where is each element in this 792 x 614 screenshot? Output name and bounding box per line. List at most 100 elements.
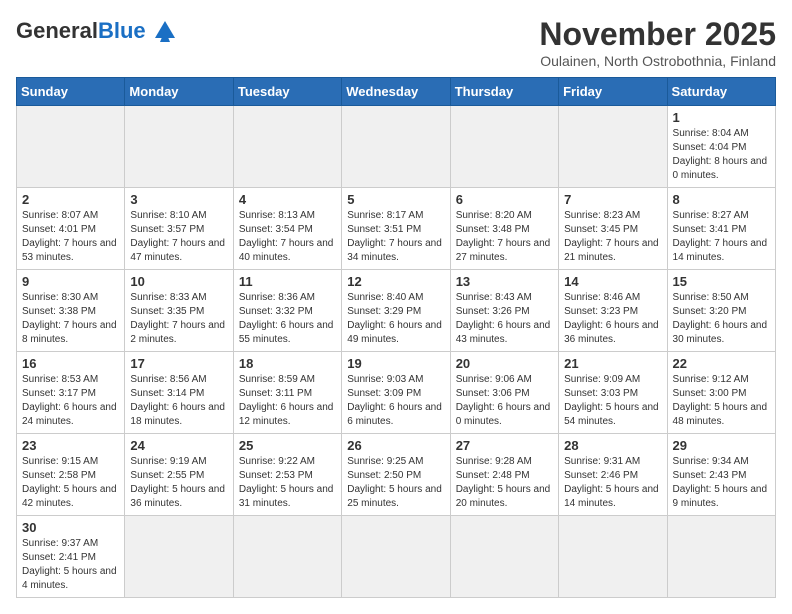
day-cell (125, 516, 233, 598)
day-number: 30 (22, 520, 119, 535)
col-header-sunday: Sunday (17, 78, 125, 106)
day-info: Sunrise: 8:46 AM Sunset: 3:23 PM Dayligh… (564, 291, 661, 347)
day-info: Sunrise: 8:23 AM Sunset: 3:45 PM Dayligh… (564, 209, 661, 265)
day-cell: 20Sunrise: 9:06 AM Sunset: 3:06 PM Dayli… (450, 352, 558, 434)
day-cell: 10Sunrise: 8:33 AM Sunset: 3:35 PM Dayli… (125, 270, 233, 352)
col-header-friday: Friday (559, 78, 667, 106)
subtitle: Oulainen, North Ostrobothnia, Finland (539, 53, 776, 69)
day-cell: 4 Sunrise: 8:13 AM Sunset: 3:54 PM Daylig… (233, 188, 341, 270)
day-number: 27 (456, 438, 553, 453)
day-cell: 2Sunrise: 8:07 AM Sunset: 4:01 PM Daylig… (17, 188, 125, 270)
col-header-thursday: Thursday (450, 78, 558, 106)
day-number: 12 (347, 274, 444, 289)
day-info: Sunrise: 8:43 AM Sunset: 3:26 PM Dayligh… (456, 291, 553, 347)
day-number: 2 (22, 192, 119, 207)
day-info: Sunrise: 9:25 AM Sunset: 2:50 PM Dayligh… (347, 455, 444, 511)
day-number: 17 (130, 356, 227, 371)
day-info: Sunrise: 8:40 AM Sunset: 3:29 PM Dayligh… (347, 291, 444, 347)
day-number: 15 (673, 274, 770, 289)
day-cell: 7 Sunrise: 8:23 AM Sunset: 3:45 PM Daylig… (559, 188, 667, 270)
day-cell (667, 516, 775, 598)
day-number: 10 (130, 274, 227, 289)
week-row-1: 2Sunrise: 8:07 AM Sunset: 4:01 PM Daylig… (17, 188, 776, 270)
day-info: Sunrise: 9:09 AM Sunset: 3:03 PM Dayligh… (564, 373, 661, 429)
day-cell: 21 Sunrise: 9:09 AM Sunset: 3:03 PM Dayli… (559, 352, 667, 434)
day-info: Sunrise: 9:37 AM Sunset: 2:41 PM Dayligh… (22, 537, 119, 593)
day-cell: 3 Sunrise: 8:10 AM Sunset: 3:57 PM Daylig… (125, 188, 233, 270)
day-cell: 26 Sunrise: 9:25 AM Sunset: 2:50 PM Dayli… (342, 434, 450, 516)
col-header-monday: Monday (125, 78, 233, 106)
week-row-3: 16 Sunrise: 8:53 AM Sunset: 3:17 PM Dayli… (17, 352, 776, 434)
day-cell: 27 Sunrise: 9:28 AM Sunset: 2:48 PM Dayli… (450, 434, 558, 516)
day-number: 25 (239, 438, 336, 453)
day-number: 14 (564, 274, 661, 289)
day-cell: 24 Sunrise: 9:19 AM Sunset: 2:55 PM Dayli… (125, 434, 233, 516)
day-number: 7 (564, 192, 661, 207)
day-cell (559, 516, 667, 598)
day-cell: 13 Sunrise: 8:43 AM Sunset: 3:26 PM Dayli… (450, 270, 558, 352)
day-info: Sunrise: 9:34 AM Sunset: 2:43 PM Dayligh… (673, 455, 770, 511)
col-header-saturday: Saturday (667, 78, 775, 106)
logo: GeneralBlue (16, 16, 180, 46)
day-number: 13 (456, 274, 553, 289)
day-number: 4 (239, 192, 336, 207)
logo-icon (150, 16, 180, 46)
day-cell (17, 106, 125, 188)
day-info: Sunrise: 9:15 AM Sunset: 2:58 PM Dayligh… (22, 455, 119, 511)
day-info: Sunrise: 9:19 AM Sunset: 2:55 PM Dayligh… (130, 455, 227, 511)
day-cell (342, 516, 450, 598)
day-number: 19 (347, 356, 444, 371)
day-cell: 29 Sunrise: 9:34 AM Sunset: 2:43 PM Dayli… (667, 434, 775, 516)
day-cell: 16 Sunrise: 8:53 AM Sunset: 3:17 PM Dayli… (17, 352, 125, 434)
day-number: 24 (130, 438, 227, 453)
header: GeneralBlue November 2025 Oulainen, Nort… (16, 16, 776, 69)
day-info: Sunrise: 9:12 AM Sunset: 3:00 PM Dayligh… (673, 373, 770, 429)
day-number: 22 (673, 356, 770, 371)
day-cell: 5Sunrise: 8:17 AM Sunset: 3:51 PM Daylig… (342, 188, 450, 270)
week-row-0: 1Sunrise: 8:04 AM Sunset: 4:04 PM Daylig… (17, 106, 776, 188)
day-cell (233, 516, 341, 598)
day-number: 18 (239, 356, 336, 371)
col-header-wednesday: Wednesday (342, 78, 450, 106)
day-cell: 25 Sunrise: 9:22 AM Sunset: 2:53 PM Dayli… (233, 434, 341, 516)
week-row-5: 30 Sunrise: 9:37 AM Sunset: 2:41 PM Dayli… (17, 516, 776, 598)
day-number: 21 (564, 356, 661, 371)
calendar-header-row: SundayMondayTuesdayWednesdayThursdayFrid… (17, 78, 776, 106)
logo-text: GeneralBlue (16, 20, 146, 42)
day-info: Sunrise: 8:50 AM Sunset: 3:20 PM Dayligh… (673, 291, 770, 347)
day-number: 3 (130, 192, 227, 207)
day-info: Sunrise: 8:10 AM Sunset: 3:57 PM Dayligh… (130, 209, 227, 265)
day-number: 23 (22, 438, 119, 453)
day-number: 5 (347, 192, 444, 207)
day-number: 28 (564, 438, 661, 453)
day-info: Sunrise: 8:53 AM Sunset: 3:17 PM Dayligh… (22, 373, 119, 429)
day-cell (559, 106, 667, 188)
day-number: 9 (22, 274, 119, 289)
day-cell: 8Sunrise: 8:27 AM Sunset: 3:41 PM Daylig… (667, 188, 775, 270)
day-cell: 22 Sunrise: 9:12 AM Sunset: 3:00 PM Dayli… (667, 352, 775, 434)
day-cell: 12 Sunrise: 8:40 AM Sunset: 3:29 PM Dayli… (342, 270, 450, 352)
day-cell (125, 106, 233, 188)
col-header-tuesday: Tuesday (233, 78, 341, 106)
day-info: Sunrise: 9:22 AM Sunset: 2:53 PM Dayligh… (239, 455, 336, 511)
day-cell (233, 106, 341, 188)
day-cell: 11Sunrise: 8:36 AM Sunset: 3:32 PM Dayli… (233, 270, 341, 352)
day-number: 26 (347, 438, 444, 453)
day-cell: 19 Sunrise: 9:03 AM Sunset: 3:09 PM Dayli… (342, 352, 450, 434)
day-number: 1 (673, 110, 770, 125)
day-number: 29 (673, 438, 770, 453)
day-info: Sunrise: 8:27 AM Sunset: 3:41 PM Dayligh… (673, 209, 770, 265)
day-cell (342, 106, 450, 188)
day-info: Sunrise: 9:03 AM Sunset: 3:09 PM Dayligh… (347, 373, 444, 429)
day-cell: 18Sunrise: 8:59 AM Sunset: 3:11 PM Dayli… (233, 352, 341, 434)
calendar-table: SundayMondayTuesdayWednesdayThursdayFrid… (16, 77, 776, 598)
day-number: 20 (456, 356, 553, 371)
day-cell: 14 Sunrise: 8:46 AM Sunset: 3:23 PM Dayli… (559, 270, 667, 352)
day-cell: 6Sunrise: 8:20 AM Sunset: 3:48 PM Daylig… (450, 188, 558, 270)
day-number: 16 (22, 356, 119, 371)
week-row-2: 9Sunrise: 8:30 AM Sunset: 3:38 PM Daylig… (17, 270, 776, 352)
day-cell: 30 Sunrise: 9:37 AM Sunset: 2:41 PM Dayli… (17, 516, 125, 598)
day-info: Sunrise: 8:13 AM Sunset: 3:54 PM Dayligh… (239, 209, 336, 265)
day-cell: 23 Sunrise: 9:15 AM Sunset: 2:58 PM Dayli… (17, 434, 125, 516)
day-info: Sunrise: 9:28 AM Sunset: 2:48 PM Dayligh… (456, 455, 553, 511)
